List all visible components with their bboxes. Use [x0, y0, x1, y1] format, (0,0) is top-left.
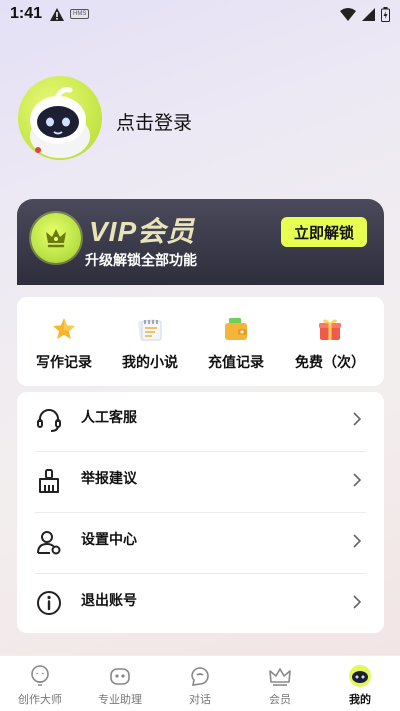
- info-icon: [37, 591, 61, 615]
- notebook-icon: [137, 319, 162, 341]
- vip-subtitle: 升级解锁全部功能: [85, 253, 197, 269]
- hms-badge: HMS: [70, 9, 90, 19]
- quick-item-recharge-records[interactable]: 充值记录: [191, 315, 281, 372]
- chevron-right-icon: [353, 534, 362, 548]
- menu-item-label: 举报建议: [81, 471, 137, 487]
- quick-item-free-times[interactable]: 免费（次）: [285, 315, 375, 372]
- login-prompt[interactable]: 点击登录: [116, 108, 192, 135]
- vip-banner[interactable]: VIP会员 升级解锁全部功能 立即解锁: [17, 199, 384, 285]
- status-time: 1:41: [10, 5, 43, 22]
- menu-item-customer-service[interactable]: 人工客服: [17, 392, 384, 452]
- signal-icon: [362, 7, 375, 21]
- robot-icon: [110, 668, 130, 685]
- tab-label: 我的: [349, 693, 371, 706]
- chat-icon: [191, 667, 209, 686]
- tab-label: 对话: [189, 693, 211, 706]
- divider: [35, 451, 366, 452]
- tab-chat[interactable]: 对话: [160, 656, 240, 711]
- menu-item-logout[interactable]: 退出账号: [17, 575, 384, 635]
- chevron-right-icon: [353, 595, 362, 609]
- robot-mascot-icon: [30, 87, 90, 158]
- vip-badge: [31, 213, 81, 263]
- crown-icon: [269, 668, 291, 686]
- chevron-right-icon: [353, 473, 362, 487]
- tab-membership[interactable]: 会员: [240, 656, 320, 711]
- user-settings-icon: [37, 531, 61, 555]
- wifi-icon: [340, 7, 356, 21]
- headset-icon: [37, 409, 61, 432]
- gift-icon: [319, 319, 341, 340]
- mascot-icon: [349, 665, 371, 687]
- divider: [35, 512, 366, 513]
- tab-label: 会员: [269, 693, 291, 706]
- menu-card: 人工客服 举报建议 设置中心 退出账号: [17, 392, 384, 633]
- unlock-button[interactable]: 立即解锁: [281, 217, 367, 247]
- menu-item-label: 设置中心: [81, 532, 137, 548]
- divider: [35, 573, 366, 574]
- vip-title: VIP会员: [89, 216, 196, 247]
- broom-icon: [39, 469, 59, 493]
- quick-item-my-novels[interactable]: 我的小说: [105, 315, 195, 372]
- status-bar: 1:41 HMS: [0, 0, 400, 28]
- quick-item-writing-records[interactable]: 写作记录: [19, 315, 109, 372]
- quick-actions-card: 写作记录 我的小说 充值记录 免费（次）: [17, 297, 384, 386]
- avatar[interactable]: [18, 76, 102, 160]
- tab-pro-assistant[interactable]: 专业助理: [80, 656, 160, 711]
- wallet-icon: [225, 318, 247, 340]
- quick-item-label: 写作记录: [36, 355, 92, 371]
- quick-item-label: 充值记录: [208, 355, 264, 371]
- battery-icon: [381, 6, 390, 22]
- quick-item-label: 我的小说: [122, 355, 178, 371]
- bulb-icon: [31, 665, 49, 686]
- tab-label: 专业助理: [98, 693, 142, 706]
- star-icon: [53, 318, 75, 339]
- menu-item-report-suggestion[interactable]: 举报建议: [17, 453, 384, 513]
- warning-icon: [50, 7, 65, 21]
- tab-creation-master[interactable]: 创作大师: [0, 656, 80, 711]
- menu-item-label: 人工客服: [81, 410, 137, 426]
- crown-badge-icon: [46, 229, 66, 248]
- bottom-tab-bar: 创作大师 专业助理 对话 会员 我的: [0, 655, 400, 711]
- chevron-right-icon: [353, 412, 362, 426]
- quick-item-label: 免费（次）: [295, 355, 365, 371]
- tab-mine[interactable]: 我的: [320, 656, 400, 711]
- menu-item-settings[interactable]: 设置中心: [17, 514, 384, 574]
- tab-label: 创作大师: [18, 693, 62, 706]
- menu-item-label: 退出账号: [81, 593, 137, 609]
